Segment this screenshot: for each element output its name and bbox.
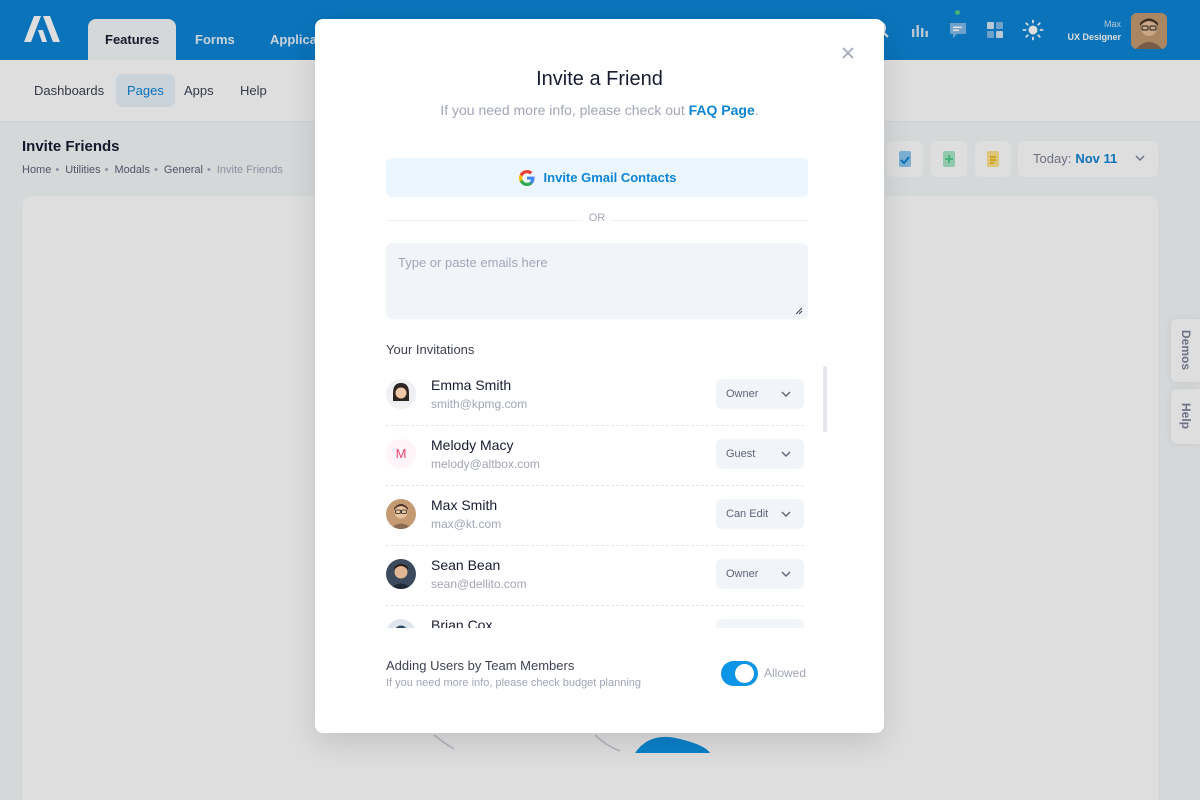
avatar xyxy=(386,499,416,529)
invitee-name: Sean Bean xyxy=(431,557,501,573)
role-select[interactable]: Guest xyxy=(716,439,804,469)
invitee-name: Max Smith xyxy=(431,497,498,513)
invitation-row: M Melody Macy melody@altbox.com Guest xyxy=(386,426,804,486)
invitee-email: melody@altbox.com xyxy=(431,457,540,471)
role-value: Can Edit xyxy=(726,508,769,520)
invite-gmail-button[interactable]: Invite Gmail Contacts xyxy=(386,158,808,197)
toggle-label: Allowed xyxy=(764,666,807,680)
invitation-row: Brian Cox xyxy=(386,606,804,628)
close-icon[interactable] xyxy=(840,45,856,61)
or-separator: OR xyxy=(583,212,611,224)
role-select[interactable]: Owner xyxy=(716,379,804,409)
chevron-down-icon xyxy=(781,511,791,517)
permission-subtitle: If you need more info, please check budg… xyxy=(386,677,642,689)
modal-title: Invite a Friend xyxy=(536,68,663,90)
modal-subtitle: If you need more info, please check out … xyxy=(315,102,884,118)
permission-title: Adding Users by Team Members xyxy=(386,658,575,673)
role-select[interactable] xyxy=(716,619,804,628)
chevron-down-icon xyxy=(781,391,791,397)
subtitle-period: . xyxy=(754,102,759,118)
avatar: M xyxy=(386,439,416,469)
invitee-email: max@kt.com xyxy=(431,517,502,531)
avatar xyxy=(386,559,416,589)
invitee-email: sean@dellito.com xyxy=(431,577,527,591)
invitation-row: Sean Bean sean@dellito.com Owner xyxy=(386,546,804,606)
emails-input[interactable] xyxy=(386,243,808,319)
invitee-name: Emma Smith xyxy=(431,377,512,393)
role-value: Owner xyxy=(726,388,759,400)
google-icon xyxy=(518,169,535,186)
invitations-heading: Your Invitations xyxy=(386,342,475,357)
resize-handle-icon[interactable] xyxy=(795,307,803,315)
role-value: Guest xyxy=(726,448,756,460)
avatar xyxy=(386,379,416,409)
avatar xyxy=(386,619,416,628)
invitee-name: Brian Cox xyxy=(431,617,493,628)
invite-gmail-label: Invite Gmail Contacts xyxy=(543,170,677,185)
allowed-toggle[interactable] xyxy=(721,661,758,686)
invitation-row: Emma Smith smith@kpmg.com Owner xyxy=(386,366,804,426)
invitation-list[interactable]: Emma Smith smith@kpmg.com Owner M Melody… xyxy=(386,366,804,628)
faq-link[interactable]: FAQ Page xyxy=(689,102,755,118)
invite-modal: Invite a Friend If you need more info, p… xyxy=(315,19,884,733)
list-scrollbar[interactable] xyxy=(823,366,827,432)
invitation-row: Max Smith max@kt.com Can Edit xyxy=(386,486,804,546)
invitee-email: smith@kpmg.com xyxy=(431,397,528,411)
toggle-knob xyxy=(735,664,754,683)
chevron-down-icon xyxy=(781,451,791,457)
invitee-name: Melody Macy xyxy=(431,437,514,453)
role-select[interactable]: Can Edit xyxy=(716,499,804,529)
role-value: Owner xyxy=(726,568,759,580)
modal-subtitle-text: If you need more info, please check out xyxy=(440,102,685,118)
role-select[interactable]: Owner xyxy=(716,559,804,589)
chevron-down-icon xyxy=(781,571,791,577)
